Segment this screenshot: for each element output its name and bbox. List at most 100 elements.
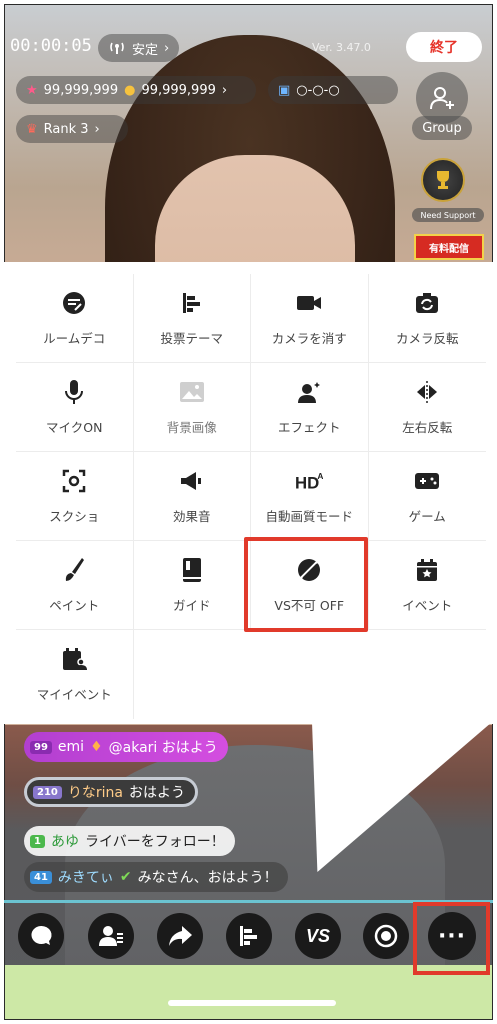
menu-item-mic-on[interactable]: マイクON [16,363,134,452]
menu-item-label: マイクON [46,419,103,435]
menu-item-my-event[interactable]: マイイベント [16,630,134,719]
mirror-icon [413,379,441,405]
paint-icon [60,557,88,583]
effect-icon [295,379,323,405]
connection-label: 安定 [132,42,159,58]
menu-item-vote-theme[interactable]: 投票テーマ [133,274,251,363]
more-button-highlight [413,902,490,975]
comment-button[interactable] [18,913,64,959]
menu-item-label: ガイド [172,597,211,613]
guide-icon [178,557,206,583]
mission-progress-pill[interactable]: ▣ ○-○-○ [268,76,398,104]
more-menu-panel: ルームデコ 投票テーマ カメラを消す カメラ反転 マイクON 背景画像 エフェク… [4,262,493,724]
menu-item-label: ゲーム [408,508,446,524]
room-deco-icon [60,290,88,316]
menu-item-label: 左右反転 [402,419,453,435]
sound-effect-icon [178,468,206,494]
chat-message[interactable]: 99 emi ♦ @akari おはよう [24,732,228,762]
menu-item-label: ルームデコ [43,330,106,346]
menu-item-label: カメラ反転 [395,330,459,346]
stream-timer: 00:00:05 [10,36,92,56]
rank-label: Rank 3 [43,121,89,137]
trophy-icon[interactable] [421,158,465,202]
menu-item-label: エフェクト [277,419,341,435]
vote-icon [178,290,206,316]
chevron-right-icon: › [164,40,170,56]
screenshot-icon [60,468,88,494]
chat-message[interactable]: 210 りなrina おはよう [24,777,198,807]
menu-item-guide[interactable]: ガイド [133,541,251,630]
hd-icon: HD A [295,468,323,494]
home-indicator[interactable] [168,1000,336,1006]
signal-icon [110,42,124,54]
menu-item-label: 効果音 [172,508,211,524]
record-button[interactable] [363,913,409,959]
app-version: Ver. 3.47.0 [312,41,371,54]
record-icon [374,924,398,948]
chat-text: おはよう [128,785,185,801]
rank-pill[interactable]: ♛ Rank 3 › [16,115,128,143]
menu-item-label: VS不可 OFF [274,597,345,613]
points-value: 99,999,999 [43,82,119,98]
level-badge: 210 [33,785,62,799]
menu-item-label: イベント [402,597,453,613]
chat-message[interactable]: 1 あゆ ライバーをフォロー！ [24,826,235,856]
vote-button[interactable] [226,913,272,959]
chat-username: りなrina [67,785,123,801]
share-button[interactable] [157,913,203,959]
chevron-right-icon: › [94,121,100,137]
menu-item-label: ペイント [49,597,100,613]
chat-username: みきてぃ [57,870,114,886]
menu-item-event[interactable]: イベント [368,541,486,630]
menu-item-label: 背景画像 [166,419,217,435]
menu-grid: ルームデコ 投票テーマ カメラを消す カメラ反転 マイクON 背景画像 エフェク… [16,274,486,719]
menu-item-game[interactable]: ゲーム [368,452,486,541]
vote-icon [240,926,257,946]
menu-item-vs-off[interactable]: VS不可 OFF [251,541,369,630]
menu-item-background-image[interactable]: 背景画像 [133,363,251,452]
menu-item-camera-off[interactable]: カメラを消す [251,274,369,363]
chat-message[interactable]: 41 みきてぃ ✔ みなさん、おはよう！ [24,862,288,892]
connection-status[interactable]: 安定 › [98,34,180,62]
menu-item-screenshot[interactable]: スクショ [16,452,134,541]
comment-icon [31,925,52,945]
coin-icon: ● [124,82,136,98]
vs-button[interactable]: VS [295,913,341,959]
menu-item-sound-effect[interactable]: 効果音 [133,452,251,541]
viewers-icon [99,926,123,946]
coins-value: 99,999,999 [141,82,216,98]
vs-label: VS [305,925,330,946]
progress-dots-icon: ○-○-○ [296,82,340,98]
add-user-icon [430,87,454,110]
flame-icon: ♦ [90,739,103,755]
game-icon [413,468,441,494]
chat-text: @akari おはよう [108,740,218,756]
level-badge: 99 [30,740,52,754]
vs-off-icon [295,557,323,583]
paid-stream-banner[interactable]: 有料配信 [414,234,484,260]
chat-username: あゆ [50,834,79,850]
viewers-button[interactable] [88,913,134,959]
group-label[interactable]: Group [412,116,472,140]
menu-item-paint[interactable]: ペイント [16,541,134,630]
svg-text:A: A [318,471,324,481]
menu-item-label: 自動画質モード [265,508,353,524]
camera-off-icon [295,290,323,316]
menu-item-effect[interactable]: エフェクト [251,363,369,452]
menu-item-room-deco[interactable]: ルームデコ [16,274,134,363]
event-icon [413,557,441,583]
svg-text:HD: HD [295,473,319,492]
points-coins-pill[interactable]: ★ 99,999,999 ● 99,999,999 › [16,76,256,104]
menu-item-mirror[interactable]: 左右反転 [368,363,486,452]
menu-item-auto-quality[interactable]: HD A 自動画質モード [251,452,369,541]
camera-flip-icon [413,290,441,316]
need-support-label: Need Support [412,208,484,222]
check-icon: ✔ [119,869,132,885]
menu-item-label: カメラを消す [271,330,347,346]
end-stream-button[interactable]: 終了 [406,32,482,62]
chat-text: みなさん、おはよう！ [137,870,278,886]
image-icon [178,379,206,405]
menu-item-label: 投票テーマ [160,330,223,346]
rank-icon: ♛ [26,121,38,137]
menu-item-camera-flip[interactable]: カメラ反転 [368,274,486,363]
